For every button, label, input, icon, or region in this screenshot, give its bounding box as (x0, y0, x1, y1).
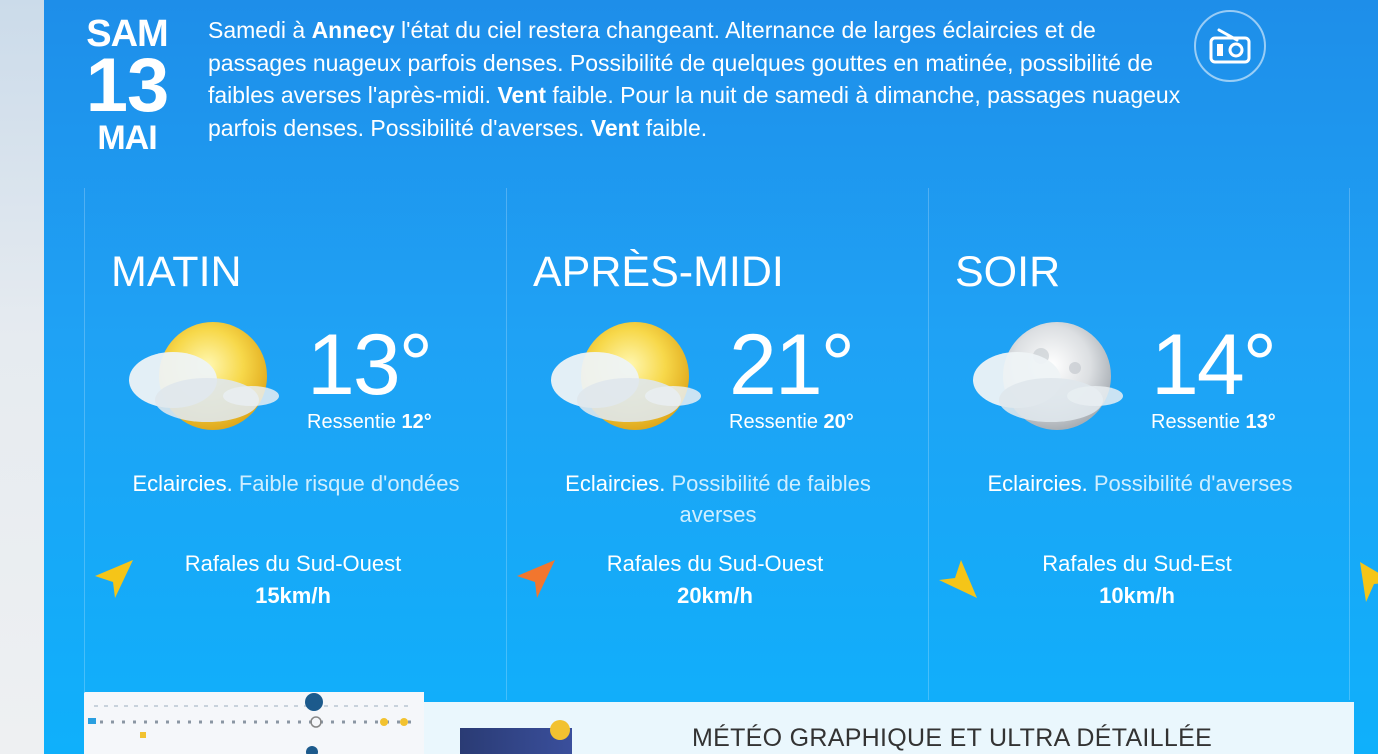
wind-direction-arrow-icon (939, 560, 977, 598)
period-evening: SOIR 14° Ressentie 13° Eclaircies. Possi… (928, 188, 1350, 700)
feels-like: Ressentie 13° (1151, 410, 1276, 434)
summary-text: faible. (639, 114, 708, 141)
feels-like-label: Ressentie (1151, 411, 1246, 433)
sun-cloud-icon (129, 322, 279, 430)
day-summary: Samedi à Annecy l'état du ciel restera c… (208, 14, 1198, 144)
feels-like-value: 12° (401, 411, 432, 433)
summary-wind-keyword: Vent (497, 82, 547, 108)
weather-description: Eclaircies. Faible risque d'ondées (105, 468, 487, 499)
feels-like: Ressentie 12° (307, 410, 432, 434)
condition: Eclaircies. (987, 471, 1088, 496)
feels-like-label: Ressentie (307, 411, 402, 433)
promo-banner[interactable]: MÉTÉO GRAPHIQUE ET ULTRA DÉTAILLÉE (424, 702, 1354, 754)
wind-speed: 10km/h (1099, 583, 1175, 608)
date-block: SAM 13 MAI (82, 14, 172, 158)
promo-image (460, 720, 572, 754)
wind-info: Rafales du Sud-Ouest 20km/h (567, 548, 863, 612)
wind-label: Rafales du Sud-Ouest (184, 551, 402, 576)
feels-like-label: Ressentie (729, 411, 824, 433)
condition: Eclaircies. (132, 471, 233, 496)
wind-info: Rafales du Sud-Ouest 15km/h (145, 548, 441, 612)
summary-city: Annecy (311, 17, 395, 43)
graph-preview-image (84, 692, 424, 754)
wind-direction-arrow-icon (95, 560, 133, 598)
feels-like: Ressentie 20° (729, 410, 854, 434)
condition-detail: Possibilité d'averses (1087, 471, 1293, 496)
wind-label: Rafales du Sud-Ouest (606, 551, 824, 576)
period-afternoon: APRÈS-MIDI 21° Ressentie 20° Eclaircies.… (506, 188, 928, 700)
moon-cloud-icon (973, 322, 1123, 430)
promo-title: MÉTÉO GRAPHIQUE ET ULTRA DÉTAILLÉE (692, 724, 1213, 752)
feels-like-value: 13° (1245, 411, 1276, 433)
weather-description: Eclaircies. Possibilité d'averses (949, 468, 1331, 499)
wind-label: Rafales du Sud-Est (1042, 551, 1232, 576)
moon-icon (550, 720, 570, 740)
wind-info: Rafales du Sud-Est 10km/h (989, 548, 1285, 612)
graph-preview-thumbnail[interactable] (84, 692, 424, 754)
temperature: 13° (307, 317, 433, 413)
radio-icon (1209, 28, 1251, 64)
summary-text: Samedi à (208, 17, 312, 43)
period-title: APRÈS-MIDI (533, 248, 784, 296)
temperature: 21° (729, 317, 855, 413)
condition-detail: Possibilité de faibles averses (665, 471, 871, 527)
wind-speed: 20km/h (677, 583, 753, 608)
feels-like-value: 20° (823, 411, 854, 433)
condition-detail: Faible risque d'ondées (232, 471, 460, 496)
summary-wind-keyword: Vent (590, 114, 640, 141)
forecast-panel: SAM 13 MAI Samedi à Annecy l'état du cie… (44, 0, 1378, 754)
period-columns: MATIN 13° Ressentie 12° Eclaircies. Faib… (84, 188, 1352, 700)
wind-speed: 15km/h (255, 583, 331, 608)
period-title: MATIN (111, 248, 242, 296)
wind-direction-arrow-icon (517, 560, 555, 598)
sun-cloud-icon (551, 322, 701, 430)
period-title: SOIR (955, 248, 1061, 296)
wind-direction-arrow-icon (1360, 562, 1378, 602)
weather-description: Eclaircies. Possibilité de faibles avers… (527, 468, 909, 530)
condition: Eclaircies. (565, 471, 666, 496)
period-morning: MATIN 13° Ressentie 12° Eclaircies. Faib… (84, 188, 506, 700)
radio-button[interactable] (1194, 10, 1266, 82)
day-number: 13 (85, 43, 170, 128)
temperature: 14° (1151, 317, 1277, 413)
